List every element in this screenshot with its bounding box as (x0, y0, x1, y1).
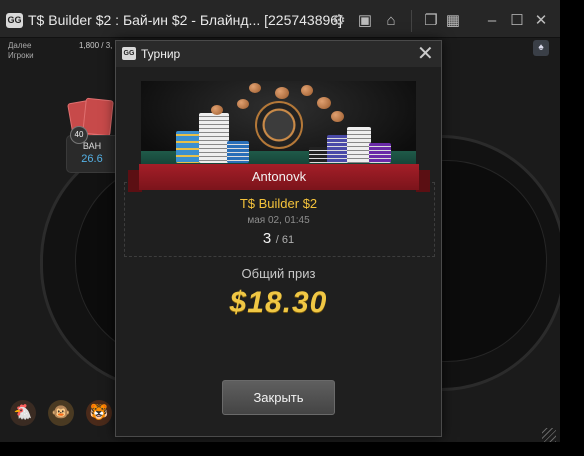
tournament-dialog: GG Турнир ✕ Antonovk T$ Builder $2 мая 0… (115, 40, 442, 437)
coin (331, 111, 344, 122)
prize-amount: $18.30 (229, 286, 328, 319)
grid-icon[interactable]: ▦ (444, 12, 462, 30)
title-bar: GG T$ Builder $2 : Бай-ин $2 - Блайнд...… (0, 0, 560, 38)
divider (411, 10, 412, 32)
player-level-badge: 40 (70, 126, 88, 144)
home-icon[interactable]: ⌂ (382, 12, 400, 30)
players-label: Игроки (8, 51, 34, 60)
coin (237, 99, 249, 109)
emote-icon[interactable]: 🐔 (10, 400, 36, 426)
chips-banner (141, 81, 416, 171)
place-total: / 61 (275, 234, 295, 246)
close-icon[interactable]: ✕ (532, 12, 550, 30)
emote-icon[interactable]: 🐯 (86, 400, 112, 426)
tournament-name: T$ Builder $2 (239, 196, 318, 211)
resize-grip[interactable] (542, 428, 556, 442)
window-title: T$ Builder $2 : Бай-ин $2 - Блайнд... [2… (28, 12, 342, 28)
chip-stack (327, 135, 349, 163)
chip-stack (176, 131, 200, 163)
chip-stack (347, 127, 371, 163)
table-info: Далее Игроки (8, 41, 34, 61)
chip-stack (369, 143, 391, 163)
chip-stack (199, 113, 229, 163)
tournament-date: мая 02, 01:45 (247, 215, 310, 226)
minimize-icon[interactable]: – (483, 12, 501, 30)
coin (275, 87, 289, 99)
maximize-icon[interactable]: ☐ (508, 12, 526, 30)
app-logo: GG (6, 13, 23, 28)
app-logo: GG (122, 47, 136, 60)
dialog-header: GG Турнир ✕ (116, 41, 441, 67)
dialog-close-icon[interactable]: ✕ (417, 43, 434, 65)
coin (301, 85, 313, 96)
table-icon[interactable]: ▣ (356, 12, 374, 30)
next-label: Далее (8, 41, 32, 50)
winner-name: Antonovk (251, 169, 307, 184)
big-chip-icon (255, 101, 303, 149)
prize-label: Общий приз (241, 266, 316, 281)
tile-icon[interactable]: ❐ (422, 12, 440, 30)
blinds-info: 1,800 / 3, (79, 41, 113, 50)
dialog-title: Турнир (141, 47, 181, 61)
coin (211, 105, 223, 115)
emote-icon[interactable]: 🐵 (48, 400, 74, 426)
place-number: 3 (262, 230, 272, 247)
chip-stack (227, 141, 249, 163)
close-button[interactable]: Закрыть (222, 380, 335, 415)
coin (249, 83, 261, 93)
player-stack: 26.6 (81, 153, 103, 165)
coin (317, 97, 331, 109)
cards-icon[interactable]: ♠ (533, 40, 549, 56)
gear-icon[interactable]: ⚙ (330, 12, 348, 30)
finish-place: 3 / 61 (116, 230, 441, 248)
